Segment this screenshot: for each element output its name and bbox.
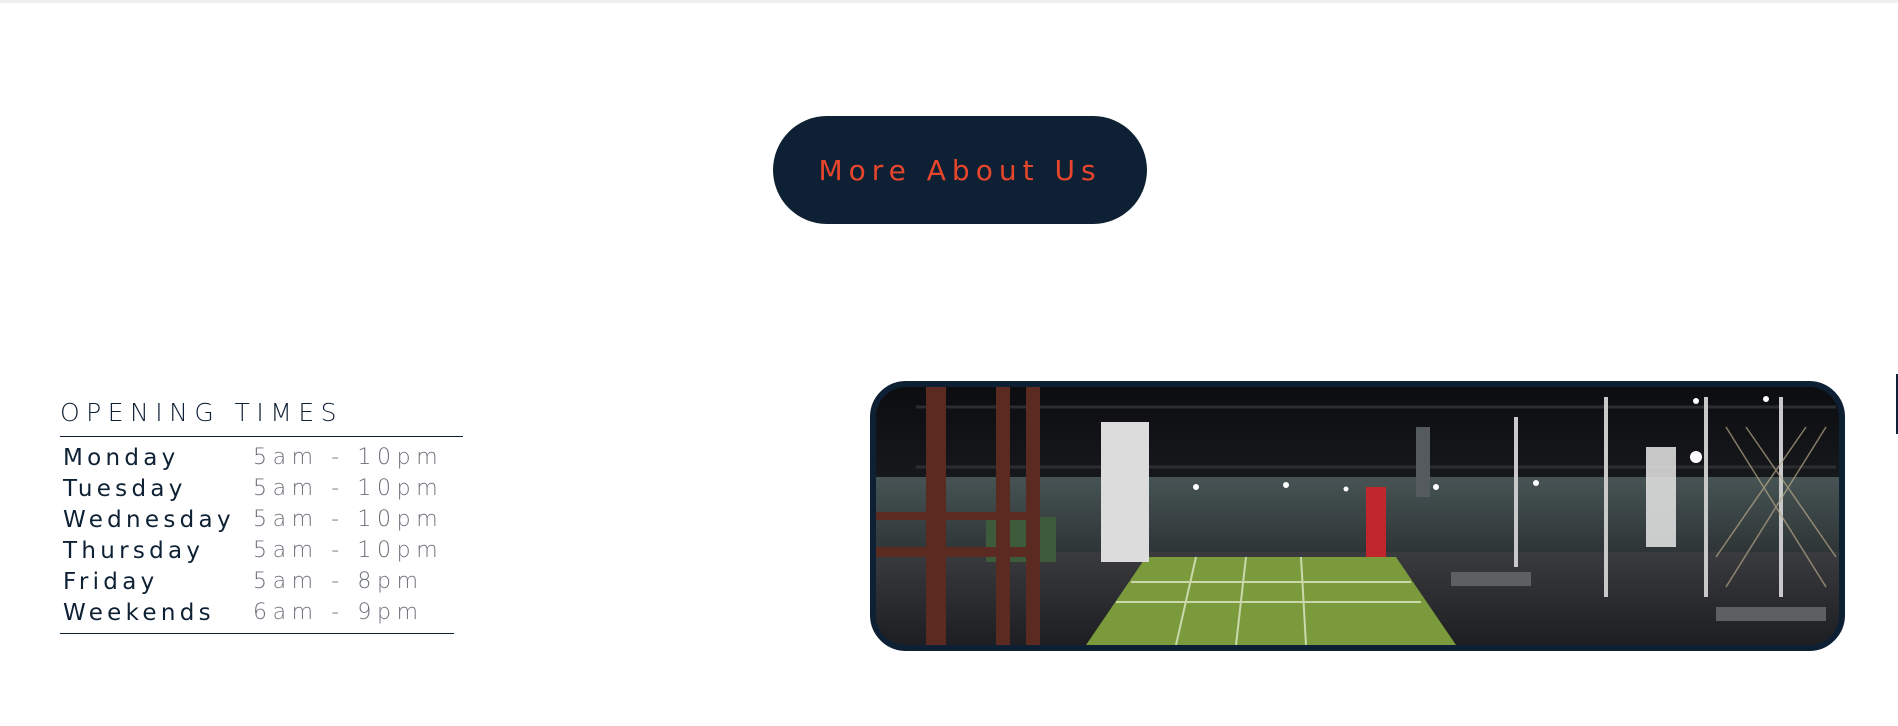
- opening-times: OPENING TIMES Monday 5am - 10pm Tuesday …: [60, 398, 470, 634]
- hours-row-thursday: Thursday 5am - 10pm: [63, 535, 470, 566]
- day-label: Tuesday: [63, 475, 187, 502]
- hours-row-friday: Friday 5am - 8pm: [63, 566, 470, 597]
- more-about-us-label: More About Us: [818, 153, 1102, 187]
- gym-interior-illustration: [876, 387, 1839, 645]
- hours-value: 5am - 10pm: [253, 445, 444, 470]
- hours-row-wednesday: Wednesday 5am - 10pm: [63, 504, 470, 535]
- day-label: Friday: [63, 568, 159, 595]
- day-label: Thursday: [63, 537, 205, 564]
- opening-times-bottom-rule: [60, 633, 454, 634]
- hours-value: 5am - 10pm: [253, 538, 444, 563]
- hours-value: 5am - 10pm: [253, 476, 444, 501]
- hours-row-weekends: Weekends 6am - 9pm: [63, 597, 470, 628]
- hours-row-monday: Monday 5am - 10pm: [63, 442, 470, 473]
- hours-value: 6am - 9pm: [253, 600, 424, 625]
- hours-value: 5am - 8pm: [253, 569, 424, 594]
- day-label: Wednesday: [63, 506, 235, 533]
- hours-row-tuesday: Tuesday 5am - 10pm: [63, 473, 470, 504]
- opening-times-title: OPENING TIMES: [60, 398, 344, 427]
- opening-times-list: Monday 5am - 10pm Tuesday 5am - 10pm Wed…: [60, 437, 470, 633]
- more-about-us-button[interactable]: More About Us: [773, 116, 1147, 224]
- gym-photo: [870, 381, 1845, 651]
- top-divider: [0, 0, 1898, 3]
- day-label: Weekends: [63, 599, 215, 626]
- day-label: Monday: [63, 444, 180, 471]
- hours-value: 5am - 10pm: [253, 507, 444, 532]
